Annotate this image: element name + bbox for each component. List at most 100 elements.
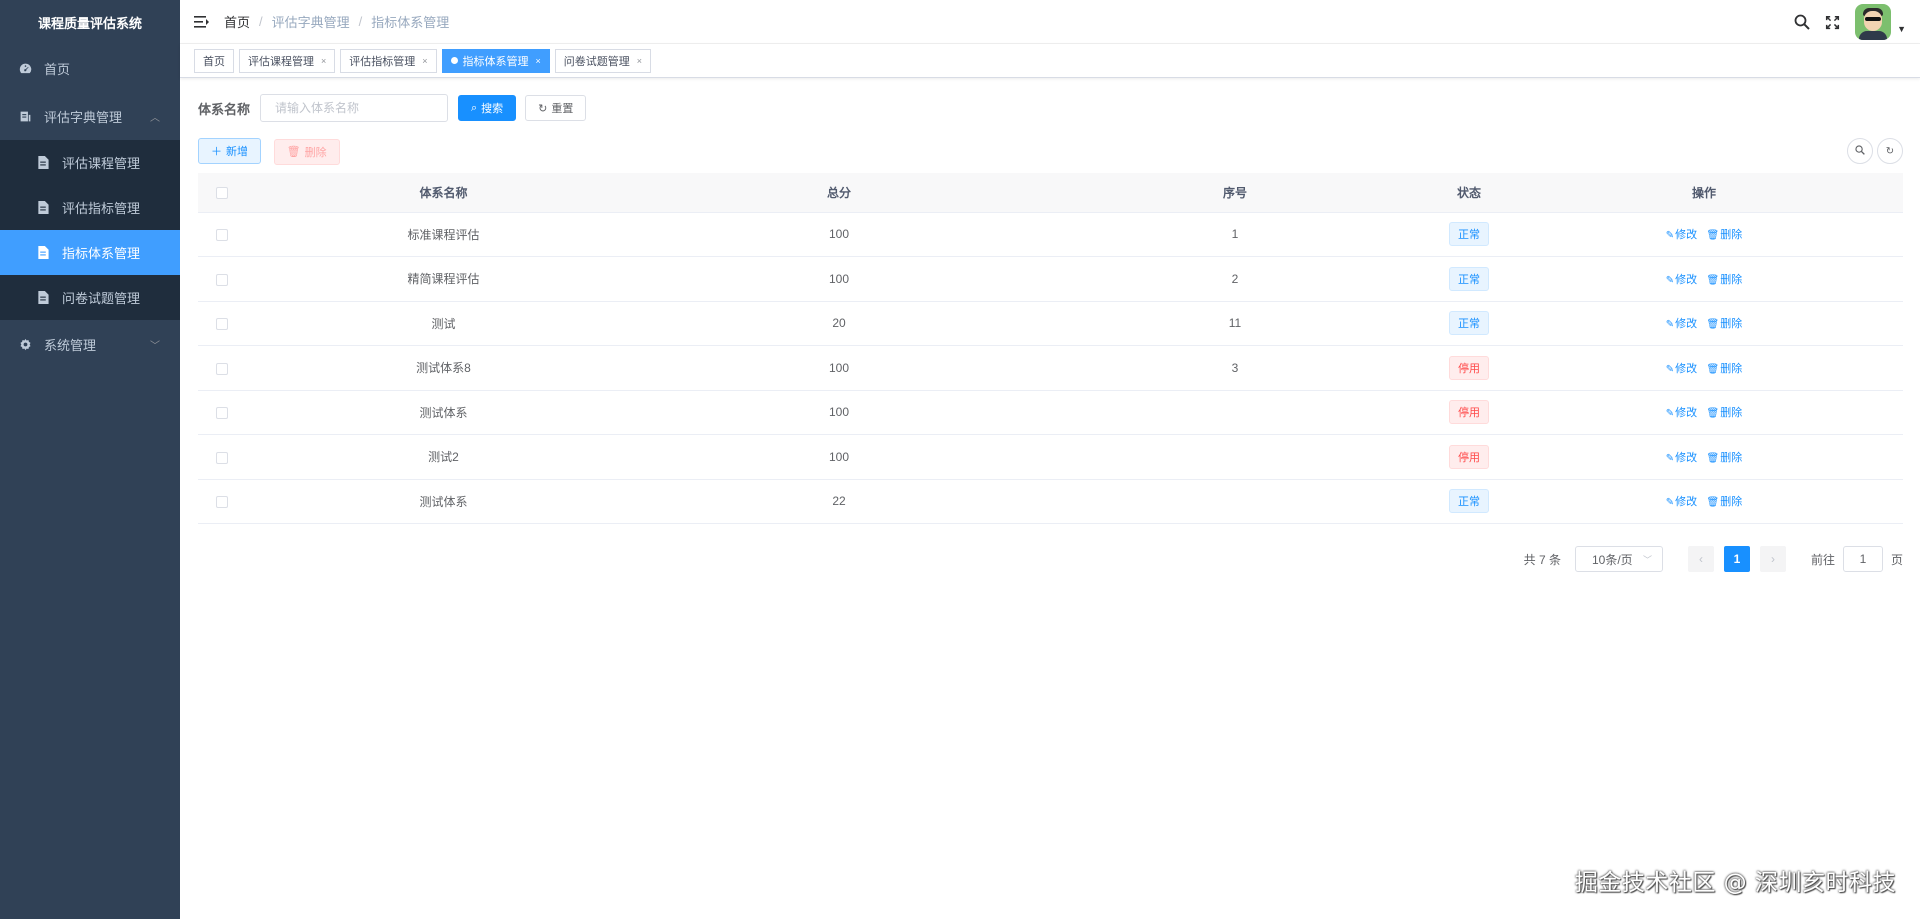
sidebar: 课程质量评估系统 首页 评估字典管理 ︿ 评估课程管理 评估指标管理 指标体系管… [0, 0, 180, 919]
select-all-checkbox-cell[interactable] [198, 173, 246, 213]
delete-button[interactable]: 🗑 删除 [273, 138, 340, 165]
row-checkbox-cell[interactable] [198, 434, 246, 480]
trash-icon: 🗑 [1706, 497, 1720, 509]
cell-actions: ✎修改 🗑删除 [1505, 390, 1903, 435]
cell-score: 100 [641, 434, 1037, 480]
delete-row-button[interactable]: 🗑删除 [1707, 407, 1743, 419]
delete-row-button[interactable]: 🗑删除 [1707, 318, 1743, 330]
refresh-table-button[interactable]: ↻ [1877, 138, 1903, 164]
table-header-row: 体系名称 总分 序号 状态 操作 [198, 173, 1903, 213]
system-table: 体系名称 总分 序号 状态 操作 标准课程评估 100 1 正常 ✎修改 🗑删除… [198, 173, 1903, 524]
system-name-input[interactable] [260, 94, 448, 122]
search-icon[interactable] [1787, 0, 1817, 44]
page-number-button[interactable]: 1 [1723, 546, 1750, 572]
edit-button[interactable]: ✎修改 [1666, 407, 1697, 419]
row-checkbox[interactable] [216, 407, 228, 420]
cell-order: 3 [1037, 345, 1433, 391]
close-icon[interactable]: × [422, 56, 427, 66]
edit-icon: ✎ [1665, 452, 1675, 464]
goto-page-input[interactable]: 1 [1842, 546, 1883, 572]
tags-view: 首页 评估课程管理 × 评估指标管理 × 指标体系管理 × 问卷试题管理 × [180, 44, 1920, 78]
cell-order [1037, 390, 1433, 435]
tag-indicator-management[interactable]: 评估指标管理 × [340, 48, 437, 73]
select-all-checkbox[interactable] [216, 187, 228, 200]
edit-button[interactable]: ✎修改 [1666, 274, 1697, 286]
status-badge: 停用 [1449, 355, 1489, 380]
delete-row-button[interactable]: 🗑删除 [1707, 229, 1743, 241]
app-logo-title[interactable]: 课程质量评估系统 [0, 0, 180, 44]
cell-order: 1 [1037, 212, 1433, 257]
sidebar-item-questionnaire-management[interactable]: 问卷试题管理 [0, 275, 180, 320]
row-checkbox-cell[interactable] [198, 345, 246, 391]
breadcrumb: 首页 / 评估字典管理 / 指标体系管理 [224, 12, 450, 31]
sidebar-item-label: 指标体系管理 [62, 246, 141, 261]
hamburger-menu-icon[interactable] [180, 0, 224, 44]
row-checkbox-cell[interactable] [198, 301, 246, 346]
sidebar-item-system[interactable]: 系统管理 ﹀ [0, 320, 180, 368]
edit-button[interactable]: ✎修改 [1666, 318, 1697, 330]
table-row: 标准课程评估 100 1 正常 ✎修改 🗑删除 [198, 212, 1903, 257]
cell-actions: ✎修改 🗑删除 [1505, 212, 1903, 257]
column-header-score: 总分 [641, 173, 1037, 213]
tag-system-management[interactable]: 指标体系管理 × [441, 48, 550, 73]
row-checkbox-cell[interactable] [198, 390, 246, 435]
reset-button[interactable]: ↻ 重置 [525, 95, 587, 121]
tag-course-management[interactable]: 评估课程管理 × [239, 48, 336, 73]
close-icon[interactable]: × [637, 56, 642, 66]
delete-row-button[interactable]: 🗑删除 [1707, 452, 1743, 464]
sidebar-item-system-management-active[interactable]: 指标体系管理 [0, 230, 180, 275]
tag-questionnaire-management[interactable]: 问卷试题管理 × [554, 48, 652, 73]
row-checkbox-cell[interactable] [198, 212, 246, 257]
cell-name: 测试体系 [246, 479, 641, 524]
edit-button[interactable]: ✎修改 [1666, 452, 1697, 464]
cell-status: 停用 [1433, 434, 1505, 480]
sidebar-item-indicator-management[interactable]: 评估指标管理 [0, 185, 180, 230]
tag-home[interactable]: 首页 [194, 48, 234, 73]
chevron-up-icon: ︿ [150, 112, 160, 124]
pagination: 共 7 条 10条/页 ﹀ ‹ 1 › 前往 1 页 [1524, 546, 1903, 572]
row-checkbox[interactable] [216, 451, 228, 464]
row-checkbox[interactable] [216, 273, 228, 286]
sidebar-item-home[interactable]: 首页 [0, 44, 180, 92]
cell-name: 测试体系 [246, 390, 641, 435]
navbar: 首页 / 评估字典管理 / 指标体系管理 ▼ [180, 0, 1920, 44]
cell-order [1037, 434, 1433, 480]
delete-row-button[interactable]: 🗑删除 [1707, 363, 1743, 375]
delete-row-button[interactable]: 🗑删除 [1707, 274, 1743, 286]
cell-score: 22 [641, 479, 1037, 524]
edit-button[interactable]: ✎修改 [1666, 496, 1697, 508]
edit-icon: ✎ [1665, 408, 1675, 420]
caret-down-icon[interactable]: ▼ [1897, 24, 1906, 34]
sidebar-item-course-management[interactable]: 评估课程管理 [0, 140, 180, 185]
row-checkbox-cell[interactable] [198, 479, 246, 524]
row-checkbox[interactable] [216, 496, 228, 509]
page-size-select[interactable]: 10条/页 ﹀ [1574, 546, 1663, 572]
breadcrumb-item-home[interactable]: 首页 [224, 12, 250, 31]
toggle-search-button[interactable] [1847, 138, 1873, 164]
delete-row-button[interactable]: 🗑删除 [1707, 496, 1743, 508]
cell-order: 2 [1037, 256, 1433, 302]
add-button[interactable]: ＋ 新增 [198, 138, 261, 164]
close-icon[interactable]: × [536, 56, 541, 66]
sidebar-item-label: 评估字典管理 [44, 109, 123, 125]
fullscreen-icon[interactable] [1817, 0, 1847, 44]
edit-button[interactable]: ✎修改 [1666, 363, 1697, 375]
row-checkbox[interactable] [216, 318, 228, 331]
row-checkbox-cell[interactable] [198, 256, 246, 302]
dashboard-icon [18, 61, 32, 75]
edit-button[interactable]: ✎修改 [1666, 229, 1697, 241]
sidebar-item-dictionary[interactable]: 评估字典管理 ︿ [0, 92, 180, 140]
close-icon[interactable]: × [321, 56, 326, 66]
navbar-right: ▼ [1787, 0, 1920, 44]
avatar[interactable] [1855, 4, 1892, 40]
table-body: 标准课程评估 100 1 正常 ✎修改 🗑删除 精简课程评估 100 2 正常 … [198, 212, 1903, 524]
cell-score: 20 [641, 301, 1037, 346]
next-page-button[interactable]: › [1759, 546, 1786, 572]
cell-name: 标准课程评估 [246, 212, 641, 257]
row-checkbox[interactable] [216, 362, 228, 375]
search-button[interactable]: ⌕ 搜索 [458, 95, 517, 121]
cell-status: 正常 [1433, 301, 1505, 346]
prev-page-button[interactable]: ‹ [1687, 546, 1714, 572]
cell-score: 100 [641, 345, 1037, 391]
row-checkbox[interactable] [216, 229, 228, 242]
